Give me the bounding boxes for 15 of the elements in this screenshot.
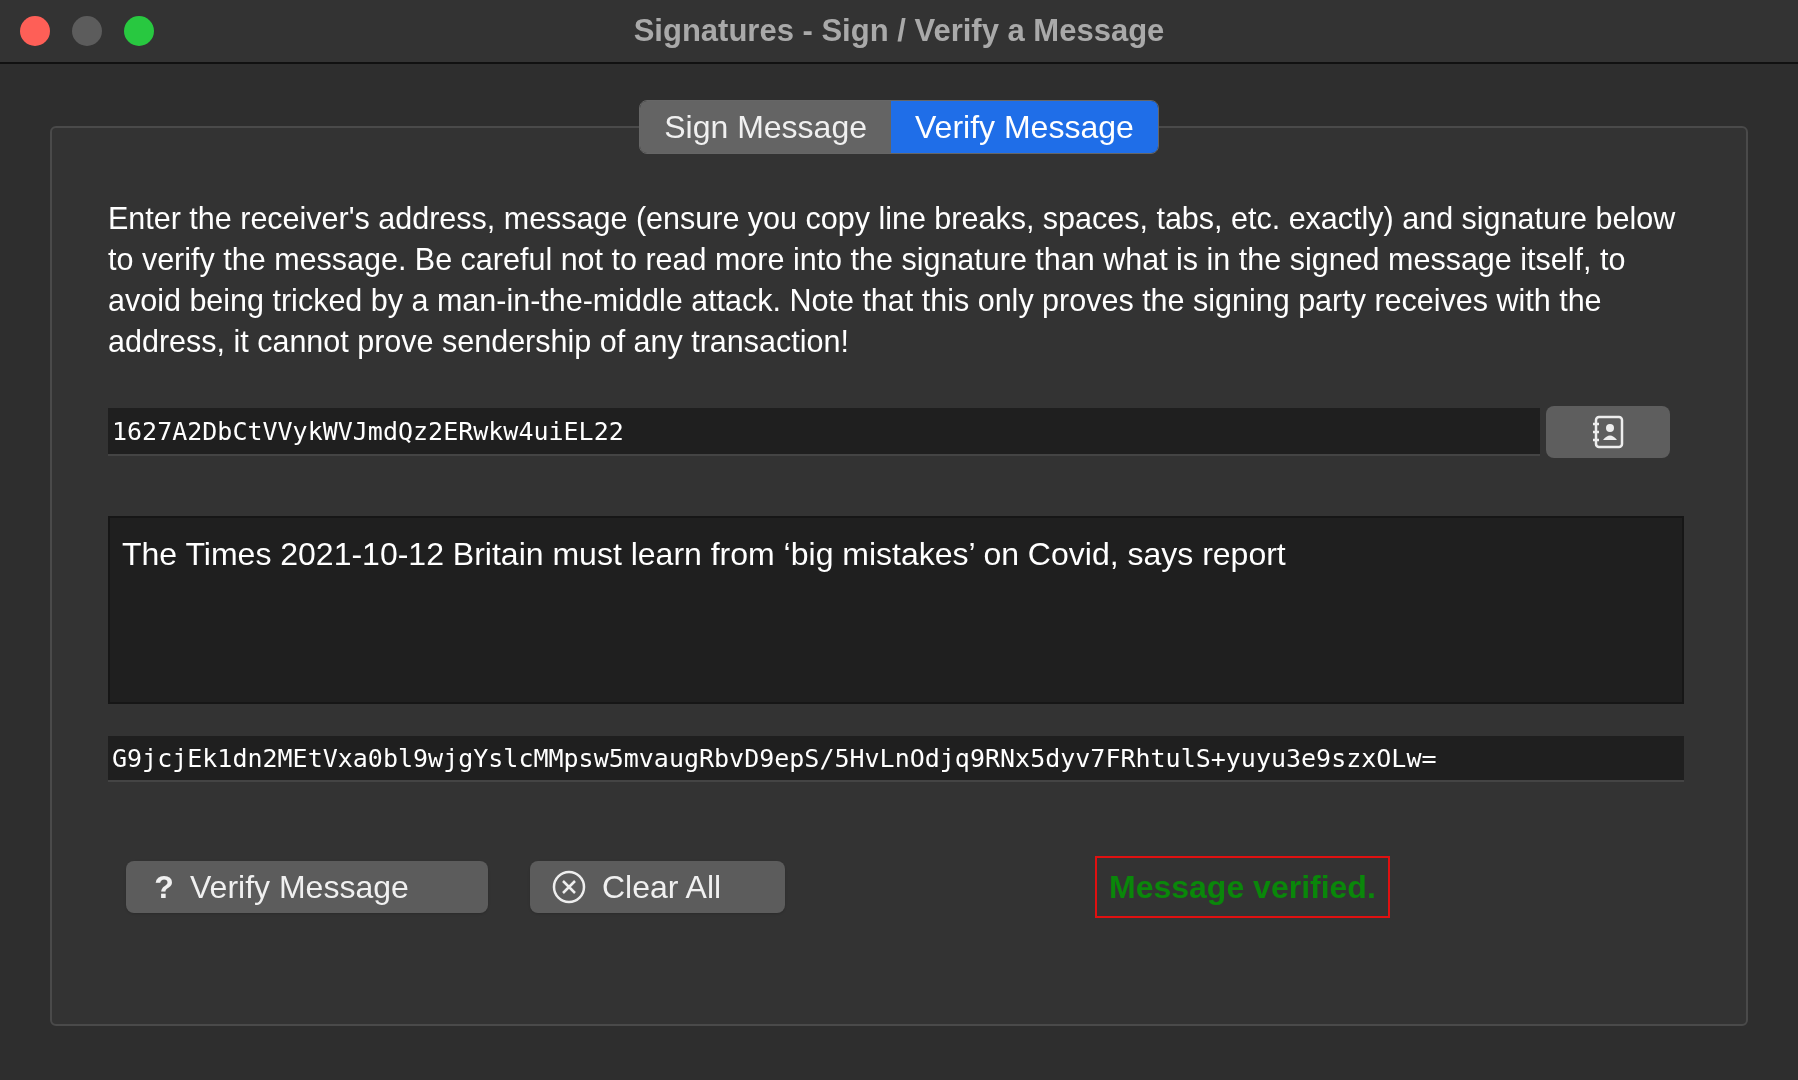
window-title: Signatures - Sign / Verify a Message <box>633 11 1165 50</box>
instructions-text: Enter the receiver's address, message (ensure you copy line breaks, spaces, tabs, etc. exactly) and signature below to verify the message. Be careful not to read more into the signature than what is in the signed message itself, to avoid being tricked by a man-in-the-middle attack. Note that this only proves the signing party receives with the address, it cannot prove sendership of any transaction! <box>108 200 1677 361</box>
address-book-button[interactable] <box>1546 406 1670 458</box>
status-message: Message verified. <box>1095 856 1390 918</box>
clear-icon <box>552 870 586 904</box>
close-window-icon[interactable] <box>20 16 50 46</box>
verify-message-button[interactable]: ? Verify Message <box>126 861 488 913</box>
clear-all-button[interactable]: Clear All <box>530 861 785 913</box>
address-field[interactable]: 1627A2DbCtVVykWVJmdQz2ERwkw4uiEL22 <box>108 408 1540 456</box>
signature-field[interactable]: G9jcjEk1dn2MEtVxa0bl9wjgYslcMMpsw5mvaugRbvD9epS/5HvLnOdjq9RNx5dyv7FRhtulS+yuyu3e9szxOLw= <box>108 736 1684 782</box>
message-field[interactable]: The Times 2021-10-12 Britain must learn from ‘big mistakes’ on Covid, says report <box>108 516 1684 704</box>
tab[interactable]: Verify Message <box>891 101 1158 153</box>
zoom-window-icon[interactable] <box>124 16 154 46</box>
question-icon: ? <box>154 863 174 911</box>
tab[interactable]: Sign Message <box>640 101 891 153</box>
